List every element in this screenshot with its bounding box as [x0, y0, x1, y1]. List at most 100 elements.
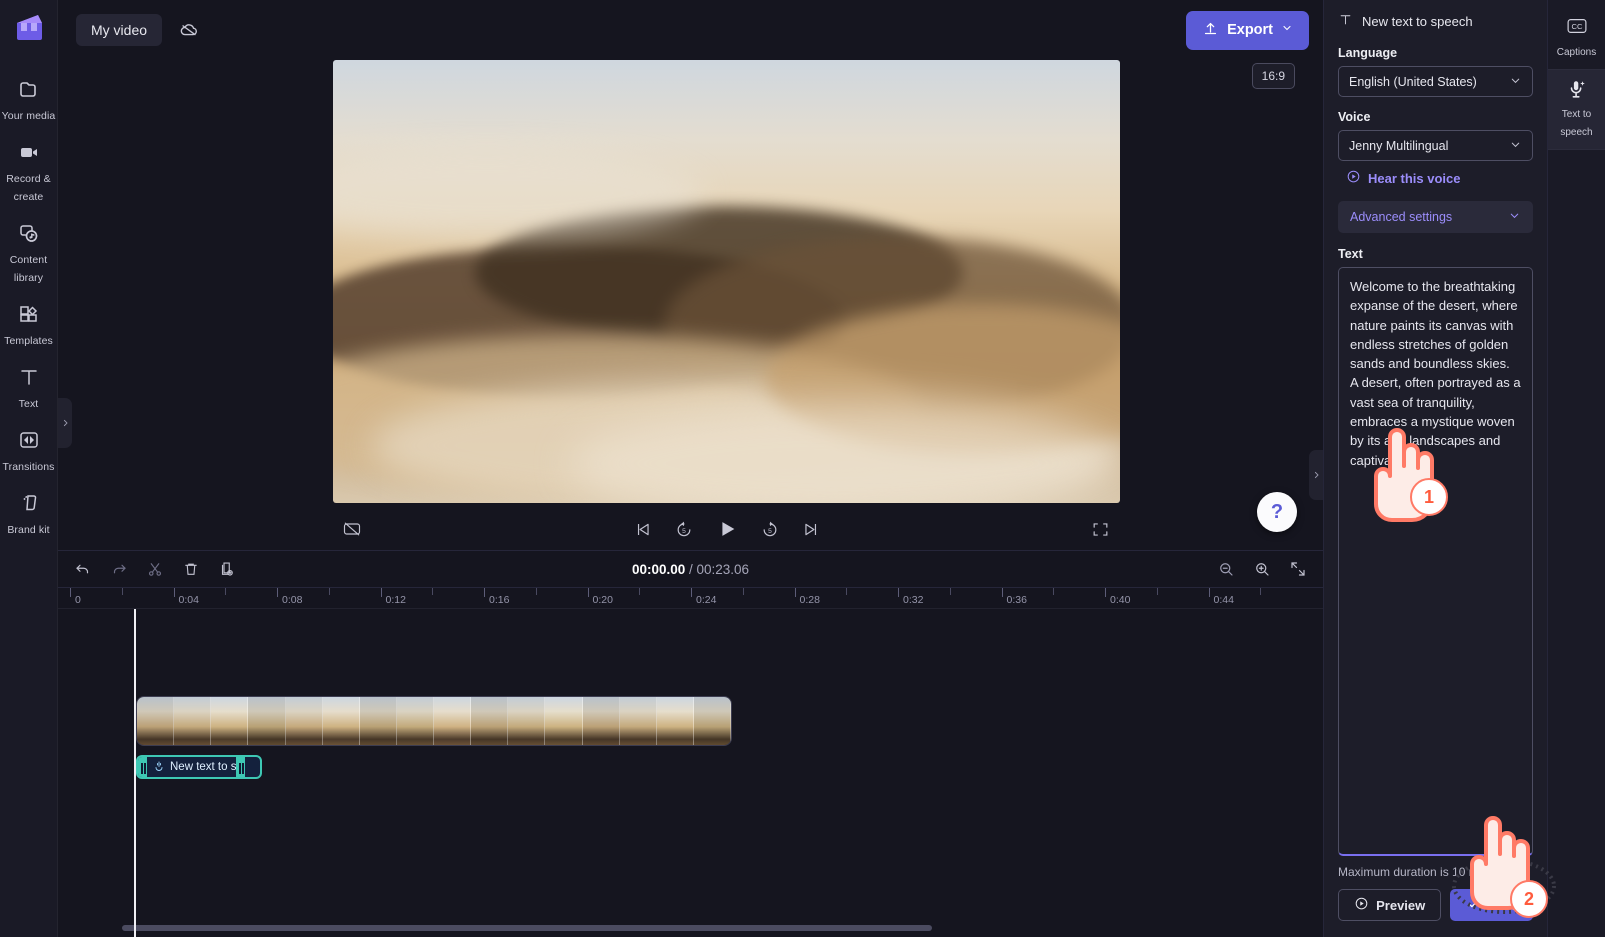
chevron-down-icon — [1509, 74, 1522, 90]
clip-thumbnail — [619, 697, 657, 745]
text-label: Text — [1338, 247, 1363, 261]
playhead[interactable] — [134, 609, 136, 937]
timeline-ruler[interactable]: 0 0:04 0:08 0:12 0:16 0:20 0:24 0:28 0:32 0:36 0:4… — [58, 587, 1323, 609]
tab-label: Text to speech — [1560, 109, 1593, 138]
fullscreen-icon[interactable] — [1091, 520, 1110, 539]
tab-label: Captions — [1556, 47, 1597, 58]
clip-thumbnail — [582, 697, 620, 745]
chevron-down-icon — [1281, 22, 1293, 38]
ruler-tick — [70, 588, 71, 597]
transitions-icon — [2, 428, 56, 452]
cloud-off-icon[interactable] — [172, 14, 206, 46]
clip-thumbnail — [137, 697, 175, 745]
fit-screen-icon[interactable] — [1289, 560, 1307, 578]
help-button[interactable]: ? — [1257, 492, 1297, 532]
export-button[interactable]: Export — [1186, 10, 1309, 50]
zoom-out-icon[interactable] — [1217, 560, 1235, 578]
project-name-field[interactable]: My video — [76, 14, 163, 46]
upload-arrow-icon — [1202, 20, 1219, 41]
advanced-settings-accordion[interactable]: Advanced settings — [1338, 201, 1533, 233]
ruler-tick-minor — [328, 588, 330, 595]
cc-icon: CC — [1550, 16, 1603, 38]
preview-label: Preview — [1376, 897, 1426, 913]
sidebar-item-label: Brand kit — [7, 524, 50, 536]
clip-thumbnail — [471, 697, 509, 745]
ruler-tick-minor — [1260, 588, 1262, 595]
sidebar-item-content-library[interactable]: Content library — [0, 212, 58, 293]
forward-5-icon[interactable]: 5 — [760, 519, 780, 539]
zoom-in-icon[interactable] — [1253, 560, 1271, 578]
ruler-tick-label: 0:20 — [592, 594, 613, 606]
clip-thumbnail — [211, 697, 249, 745]
tab-captions[interactable]: CC Captions — [1548, 8, 1605, 70]
collapse-right-panel-toggle[interactable] — [1309, 450, 1323, 500]
voice-select[interactable]: Jenny Multilingual — [1338, 130, 1533, 161]
clip-trim-handle-right[interactable] — [236, 757, 246, 777]
checkmark-icon — [1466, 896, 1481, 914]
sidebar-item-label: Record & create — [6, 173, 51, 203]
voice-label: Voice — [1338, 110, 1371, 124]
export-label: Export — [1227, 22, 1273, 38]
text-to-speech-icon — [1550, 78, 1603, 100]
sidebar-item-transitions[interactable]: Transitions — [0, 419, 58, 482]
undo-icon[interactable] — [74, 560, 92, 578]
ruler-tick-minor — [1156, 588, 1158, 595]
language-select[interactable]: English (United States) — [1338, 66, 1533, 97]
ruler-tick — [898, 588, 899, 597]
ruler-tick — [587, 588, 589, 597]
skip-to-end-icon[interactable] — [802, 520, 821, 539]
templates-icon — [2, 302, 56, 326]
ruler-tick — [173, 588, 175, 597]
ruler-tick — [794, 588, 796, 597]
text-to-speech-textarea[interactable]: Welcome to the breathtaking expanse of t… — [1338, 267, 1533, 856]
redo-icon[interactable] — [110, 560, 128, 578]
save-button[interactable]: Save — [1450, 889, 1533, 921]
rewind-5-icon[interactable]: 5 — [674, 519, 694, 539]
sidebar-item-your-media[interactable]: Your media — [0, 68, 58, 131]
ruler-tick-minor — [949, 588, 951, 595]
video-preview[interactable] — [333, 60, 1120, 503]
save-label: Save — [1487, 897, 1518, 913]
clip-thumbnail — [434, 697, 472, 745]
trash-icon[interactable] — [182, 560, 200, 578]
preview-stage: 16:9 5 5 ? — [58, 60, 1323, 550]
timeline-tracks[interactable]: New text to s — [58, 609, 1323, 937]
panel-header: New text to speech — [1338, 12, 1533, 30]
scissors-icon[interactable] — [146, 560, 164, 578]
captions-off-icon[interactable] — [341, 519, 363, 539]
ruler-tick — [1001, 588, 1003, 597]
hear-this-voice-button[interactable]: Hear this voice — [1346, 169, 1533, 187]
ruler-tick-minor — [1053, 588, 1055, 595]
ruler-tick-label: 0:04 — [178, 594, 199, 606]
svg-text:5: 5 — [682, 528, 686, 535]
sidebar-item-templates[interactable]: Templates — [0, 293, 58, 356]
timeline-horizontal-scrollbar[interactable] — [122, 925, 932, 931]
preview-button[interactable]: Preview — [1338, 889, 1442, 921]
timeline-video-clip[interactable] — [136, 696, 732, 746]
sidebar-item-record-create[interactable]: Record & create — [0, 131, 58, 212]
duplicate-icon[interactable] — [218, 560, 236, 578]
clip-thumbnail — [174, 697, 212, 745]
clip-thumbnail — [545, 697, 583, 745]
clipchamp-logo-icon — [11, 10, 47, 46]
chevron-down-icon — [1508, 209, 1521, 225]
clip-thumbnail — [285, 697, 323, 745]
aspect-ratio-badge[interactable]: 16:9 — [1251, 63, 1295, 89]
skip-to-start-icon[interactable] — [633, 520, 652, 539]
sidebar-item-text[interactable]: Text — [0, 356, 58, 419]
ruler-tick-label: 0:12 — [385, 594, 406, 606]
ruler-tick-minor — [121, 588, 123, 595]
tab-text-to-speech[interactable]: Text to speech — [1548, 70, 1605, 150]
sidebar-item-label: Your media — [1, 110, 56, 122]
ruler-tick-label: 0:08 — [282, 594, 303, 606]
player-controls-right — [980, 520, 1120, 539]
clip-thumbnail — [656, 697, 694, 745]
ruler-tick-label: 0 — [75, 594, 81, 606]
svg-text:5: 5 — [768, 528, 772, 535]
sidebar-item-brand-kit[interactable]: Brand kit — [0, 482, 58, 545]
timeline-zoom-controls — [1217, 560, 1307, 578]
collapse-left-panel-toggle[interactable] — [58, 398, 72, 448]
clip-trim-handle-left[interactable] — [138, 757, 147, 777]
timeline-audio-clip[interactable]: New text to s — [136, 755, 262, 779]
play-icon[interactable] — [716, 518, 738, 540]
